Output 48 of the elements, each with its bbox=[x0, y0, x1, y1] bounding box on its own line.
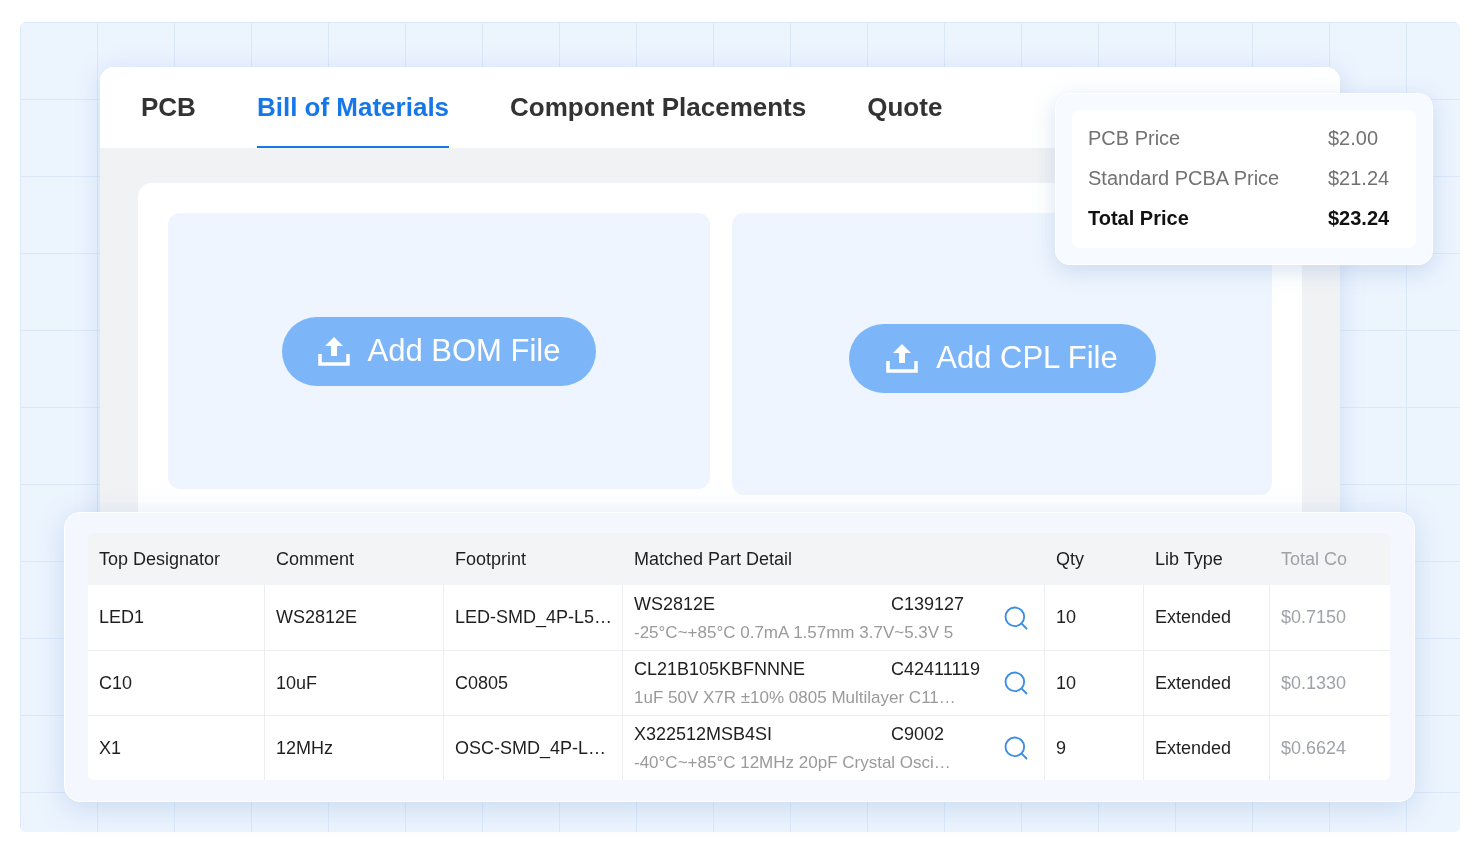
cost-value: $0.7150 bbox=[1281, 606, 1347, 629]
lib-type-text: Extended bbox=[1155, 671, 1232, 695]
price-value: $21.24 bbox=[1328, 166, 1391, 191]
designator-text: LED1 bbox=[99, 606, 145, 629]
part-description: 1uF 50V X7R ±10% 0805 Multilayer C11… bbox=[634, 687, 957, 710]
lib-type-text: Extended bbox=[1155, 736, 1232, 760]
search-icon[interactable] bbox=[1002, 734, 1030, 762]
part-description: -25°C~+85°C 0.7mA 1.57mm 3.7V~5.3V 5 bbox=[634, 621, 955, 644]
qty-value: 9 bbox=[1056, 736, 1066, 760]
part-code: C42411119 bbox=[891, 658, 981, 682]
column-header: Top Designator bbox=[99, 547, 221, 571]
column-header: Qty bbox=[1056, 547, 1084, 571]
part-number: CL21B105KBFNNNE bbox=[634, 658, 807, 682]
tab[interactable]: PCB bbox=[141, 67, 196, 148]
part-number: WS2812E bbox=[634, 592, 717, 616]
column-header: Total Co bbox=[1281, 547, 1348, 571]
part-code: C139127 bbox=[891, 592, 965, 616]
column-header: Matched Part Detail bbox=[634, 547, 793, 571]
comment-text: WS2812E bbox=[276, 606, 358, 629]
lib-type-text: Extended bbox=[1155, 606, 1232, 629]
column-header: Comment bbox=[276, 547, 355, 571]
upload-icon bbox=[886, 343, 919, 373]
tab[interactable]: Bill of Materials bbox=[256, 67, 450, 148]
column-header: Footprint bbox=[455, 547, 527, 571]
designator-text: X1 bbox=[99, 736, 122, 760]
price-label: PCB Price bbox=[1088, 126, 1182, 151]
footprint-text: OSC-SMD_4P-L… bbox=[455, 736, 607, 761]
part-description: -40°C~+85°C 12MHz 20pF Crystal Osci… bbox=[634, 752, 952, 775]
total-price-label: Total Price bbox=[1088, 206, 1190, 231]
designator-text: C10 bbox=[99, 671, 133, 695]
cost-value: $0.1330 bbox=[1281, 671, 1347, 695]
comment-text: 10uF bbox=[276, 671, 318, 695]
footprint-text: C0805 bbox=[455, 671, 509, 695]
comment-text: 12MHz bbox=[276, 736, 333, 760]
part-code: C9002 bbox=[891, 723, 945, 747]
qty-value: 10 bbox=[1056, 671, 1077, 695]
column-header: Lib Type bbox=[1155, 547, 1223, 571]
search-icon[interactable] bbox=[1002, 669, 1030, 697]
qty-value: 10 bbox=[1056, 606, 1077, 629]
total-price-value: $23.24 bbox=[1328, 206, 1391, 231]
tab[interactable]: Quote bbox=[867, 67, 943, 148]
cost-value: $0.6624 bbox=[1281, 736, 1347, 760]
tab[interactable]: Component Placements bbox=[510, 67, 807, 148]
footprint-text: LED-SMD_4P-L5… bbox=[455, 606, 613, 630]
price-label: Standard PCBA Price bbox=[1088, 166, 1281, 191]
part-number: X322512MSB4SI bbox=[634, 723, 774, 747]
upload-icon bbox=[317, 336, 350, 366]
price-value: $2.00 bbox=[1328, 126, 1380, 151]
